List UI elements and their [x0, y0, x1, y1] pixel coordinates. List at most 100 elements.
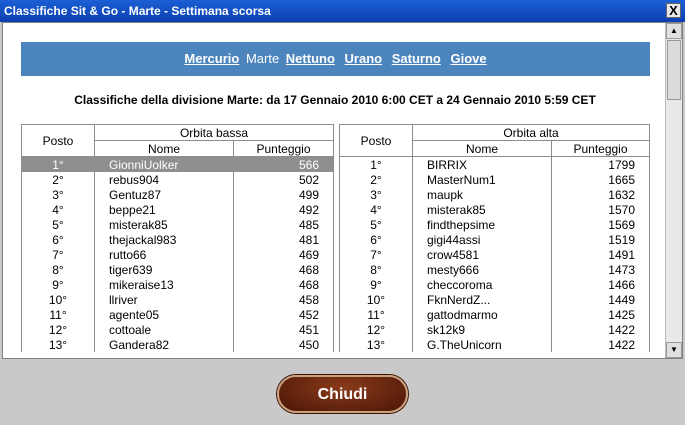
player-name: beppe21 — [94, 202, 234, 217]
rank-position: 4° — [21, 202, 95, 217]
table-row: 1° BIRRIX 1799 — [339, 156, 650, 172]
player-score: 468 — [233, 277, 334, 292]
rank-position: 9° — [339, 277, 413, 292]
table-row: 9° checcoroma 1466 — [339, 277, 650, 292]
player-score: 1569 — [551, 217, 650, 232]
rank-position: 1° — [21, 156, 95, 172]
table-row: 5° findthepsime 1569 — [339, 217, 650, 232]
rank-position: 9° — [21, 277, 95, 292]
table-row: 3° maupk 1632 — [339, 187, 650, 202]
player-name: rebus904 — [94, 172, 234, 187]
player-name: GionniUolker — [94, 156, 234, 172]
player-name: Gandera82 — [94, 337, 234, 352]
table-row: 7° rutto66 469 — [21, 247, 334, 262]
player-name: BIRRIX — [412, 156, 552, 172]
player-name: Gentuz87 — [94, 187, 234, 202]
nome-header: Nome — [412, 140, 552, 157]
nav-item-giove[interactable]: Giove — [450, 51, 486, 66]
player-name: G.TheUnicorn — [412, 337, 552, 352]
nav-item-urano[interactable]: Urano — [345, 51, 383, 66]
player-score: 1491 — [551, 247, 650, 262]
high-orbit-table: Posto Orbita alta Nome Punteggio 1° BIRRI… — [339, 124, 650, 352]
table-row: 13° Gandera82 450 — [21, 337, 334, 352]
content-frame: Mercurio Marte Nettuno Urano Saturno Gio… — [2, 22, 683, 359]
player-name: crow4581 — [412, 247, 552, 262]
player-name: gattodmarmo — [412, 307, 552, 322]
rank-position: 8° — [21, 262, 95, 277]
player-score: 499 — [233, 187, 334, 202]
player-score: 468 — [233, 262, 334, 277]
nav-item-saturno[interactable]: Saturno — [392, 51, 441, 66]
player-name: cottoale — [94, 322, 234, 337]
rank-position: 10° — [21, 292, 95, 307]
table-row: 6° gigi44assi 1519 — [339, 232, 650, 247]
player-name: llriver — [94, 292, 234, 307]
player-score: 492 — [233, 202, 334, 217]
close-button[interactable]: Chiudi — [277, 375, 408, 413]
player-score: 1665 — [551, 172, 650, 187]
table-row: 1° GionniUolker 566 — [21, 156, 334, 172]
player-score: 481 — [233, 232, 334, 247]
rank-position: 3° — [339, 187, 413, 202]
table-row: 7° crow4581 1491 — [339, 247, 650, 262]
rank-position: 7° — [339, 247, 413, 262]
scroll-up-arrow-icon[interactable]: ▲ — [666, 23, 682, 39]
player-name: findthepsime — [412, 217, 552, 232]
player-name: agente05 — [94, 307, 234, 322]
table-row: 4° beppe21 492 — [21, 202, 334, 217]
nav-item-nettuno[interactable]: Nettuno — [286, 51, 335, 66]
table-row: 11° agente05 452 — [21, 307, 334, 322]
table-row: 2° MasterNum1 1665 — [339, 172, 650, 187]
player-name: misterak85 — [412, 202, 552, 217]
table-row: 11° gattodmarmo 1425 — [339, 307, 650, 322]
player-name: gigi44assi — [412, 232, 552, 247]
rank-position: 5° — [21, 217, 95, 232]
player-score: 1799 — [551, 156, 650, 172]
table-row: 4° misterak85 1570 — [339, 202, 650, 217]
table-row: 8° mesty666 1473 — [339, 262, 650, 277]
player-score: 452 — [233, 307, 334, 322]
window-title: Classifiche Sit & Go - Marte - Settimana… — [4, 4, 271, 18]
scroll-down-arrow-icon[interactable]: ▼ — [666, 342, 682, 358]
player-score: 1449 — [551, 292, 650, 307]
player-score: 1466 — [551, 277, 650, 292]
player-name: mesty666 — [412, 262, 552, 277]
player-name: FknNerdZ... — [412, 292, 552, 307]
punteggio-header: Punteggio — [551, 140, 650, 157]
player-name: rutto66 — [94, 247, 234, 262]
table-row: 8° tiger639 468 — [21, 262, 334, 277]
player-name: checcoroma — [412, 277, 552, 292]
window-close-button[interactable]: X — [666, 3, 681, 18]
rank-position: 5° — [339, 217, 413, 232]
rank-position: 2° — [339, 172, 413, 187]
punteggio-header: Punteggio — [233, 140, 334, 157]
table-row: 12° cottoale 451 — [21, 322, 334, 337]
rank-position: 10° — [339, 292, 413, 307]
rank-position: 3° — [21, 187, 95, 202]
rank-position: 4° — [339, 202, 413, 217]
player-name: misterak85 — [94, 217, 234, 232]
player-score: 1570 — [551, 202, 650, 217]
player-score: 566 — [233, 156, 334, 172]
rank-position: 6° — [21, 232, 95, 247]
player-score: 458 — [233, 292, 334, 307]
player-name: tiger639 — [94, 262, 234, 277]
player-name: MasterNum1 — [412, 172, 552, 187]
player-name: maupk — [412, 187, 552, 202]
player-score: 1473 — [551, 262, 650, 277]
rankings-heading: Classifiche della divisione Marte: da 17… — [74, 93, 596, 107]
player-score: 1422 — [551, 322, 650, 337]
player-name: thejackal983 — [94, 232, 234, 247]
player-score: 1519 — [551, 232, 650, 247]
scroll-thumb[interactable] — [667, 40, 681, 100]
posto-header: Posto — [21, 124, 95, 157]
table-row: 10° FknNerdZ... 1449 — [339, 292, 650, 307]
rank-position: 13° — [21, 337, 95, 352]
low-orbit-table: Posto Orbita bassa Nome Punteggio 1° Gion… — [21, 124, 334, 352]
nav-item-mercurio[interactable]: Mercurio — [184, 51, 239, 66]
nome-header: Nome — [94, 140, 234, 157]
rank-position: 13° — [339, 337, 413, 352]
vertical-scrollbar[interactable]: ▲ ▼ — [665, 23, 682, 358]
player-score: 1632 — [551, 187, 650, 202]
rank-position: 11° — [339, 307, 413, 322]
